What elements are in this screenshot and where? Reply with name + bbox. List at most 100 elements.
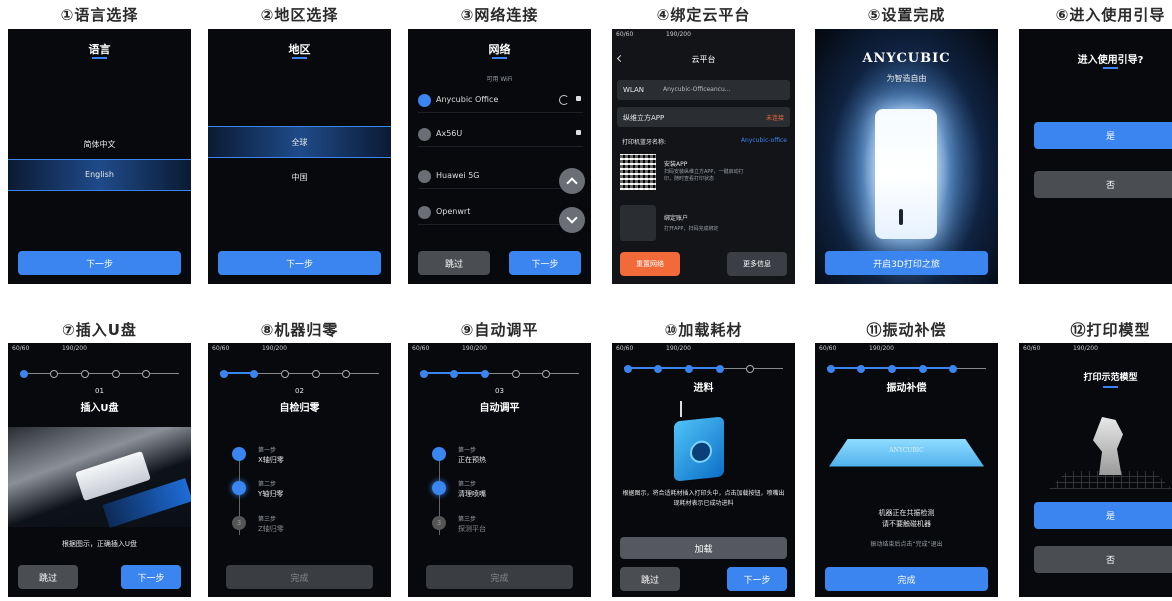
title-underline <box>92 57 107 59</box>
status-left: 60/60 <box>12 345 30 352</box>
screen-region: 地区 全球 中国 下一步 <box>208 29 391 284</box>
screen-home: 60/60 190/200 02 自检归零 第一步 X轴归零 第二步 Y轴归零 … <box>208 343 391 597</box>
next-button[interactable]: 下一步 <box>18 251 181 275</box>
step-dot <box>142 370 150 378</box>
caption: ⑩加载耗材 <box>664 321 743 339</box>
page-title: 自检归零 <box>279 403 320 414</box>
wifi-icon <box>418 128 431 141</box>
status-right: 190/200 <box>462 345 487 352</box>
step-progress <box>420 370 579 378</box>
next-button[interactable]: 下一步 <box>218 251 381 275</box>
caption: ⑫打印模型 <box>1070 321 1151 339</box>
status-right: 190/200 <box>666 345 691 352</box>
status-bar: 60/60 190/200 <box>612 343 795 355</box>
tip-text: 振动结束后点击“完成”退出 <box>870 541 943 548</box>
caption: ⑧机器归零 <box>260 321 339 339</box>
no-button[interactable]: 否 <box>1034 546 1172 573</box>
step-dot <box>250 370 258 378</box>
step-dot <box>685 365 693 373</box>
check-icon <box>232 447 246 461</box>
next-button[interactable]: 下一步 <box>121 565 181 589</box>
next-button[interactable]: 下一步 <box>727 567 787 591</box>
caption: ⑤设置完成 <box>867 6 946 24</box>
status-bar: 60/60 190/200 <box>8 343 191 355</box>
step-dot <box>220 370 228 378</box>
wifi-name: Ax56U <box>436 129 463 138</box>
reset-network-button[interactable]: 重置网络 <box>620 252 680 276</box>
qr-pattern <box>620 154 656 190</box>
wifi-icon <box>418 170 431 183</box>
status-right: 190/200 <box>666 31 691 38</box>
bind-desc: 打开APP，扫码完成绑定 <box>664 226 719 232</box>
region-option-selected[interactable]: 全球 <box>208 126 391 158</box>
screen-network: 网络 可用 WiFi Anycubic Office Ax56U Huawei … <box>408 29 591 284</box>
more-info-button[interactable]: 更多信息 <box>727 252 787 276</box>
skip-button[interactable]: 跳过 <box>620 567 680 591</box>
wifi-item[interactable]: Anycubic Office <box>418 90 583 113</box>
wifi-name: Openwrt <box>436 207 471 216</box>
step-label: 第一步 <box>258 447 277 454</box>
step-label: 第一步 <box>458 447 477 454</box>
step-name: X轴归零 <box>258 456 284 464</box>
slogan: 为智造自由 <box>886 74 927 83</box>
wlan-row[interactable]: WLAN Anycubic-Officeancu... <box>617 80 790 100</box>
start-3d-printing-button[interactable]: 开启3D打印之旅 <box>825 251 988 275</box>
screen-print: 60/60 190/200 打印示范模型 是 否 <box>1019 343 1172 597</box>
title-underline <box>292 57 307 59</box>
wifi-item[interactable]: Ax56U <box>418 124 583 147</box>
step-name: 正在预热 <box>458 456 486 464</box>
lock-icon <box>576 130 581 135</box>
step-progress <box>220 370 379 378</box>
skip-button[interactable]: 跳过 <box>418 251 490 275</box>
status-left: 60/60 <box>616 345 634 352</box>
skip-button[interactable]: 跳过 <box>18 565 78 589</box>
status-message: 机器正在共振检测 <box>878 509 935 517</box>
step-dot <box>512 370 520 378</box>
step-dot <box>81 370 89 378</box>
lock-icon <box>576 96 581 101</box>
step-dot <box>857 365 865 373</box>
done-button[interactable]: 完成 <box>825 567 988 591</box>
language-option-zh[interactable]: 简体中文 <box>8 139 191 150</box>
person-figure <box>899 209 903 225</box>
status-right: 190/200 <box>869 345 894 352</box>
page-title: 振动补偿 <box>886 383 927 394</box>
step-label: 第三步 <box>258 516 277 523</box>
status-left: 60/60 <box>412 345 430 352</box>
step-three-badge: 3 <box>232 516 246 530</box>
next-button[interactable]: 下一步 <box>509 251 581 275</box>
screen-vibration: 60/60 190/200 振动补偿 ANYCUBIC 机器正在共振检测 请不要… <box>815 343 998 597</box>
screen-language: 语言 简体中文 English 下一步 <box>8 29 191 284</box>
step-name: Y轴归零 <box>258 490 284 498</box>
language-option-en[interactable]: English <box>8 170 191 179</box>
caption: ⑥进入使用引导 <box>1055 6 1166 24</box>
status-left: 60/60 <box>819 345 837 352</box>
yes-button[interactable]: 是 <box>1034 502 1172 529</box>
page-title: 插入U盘 <box>80 403 119 414</box>
load-button[interactable]: 加载 <box>620 537 787 559</box>
print-head-fan <box>690 439 712 464</box>
step-dot <box>342 370 350 378</box>
no-button[interactable]: 否 <box>1034 171 1172 198</box>
usb-illustration <box>8 427 191 528</box>
done-button[interactable]: 完成 <box>426 565 573 589</box>
loading-icon <box>559 95 569 105</box>
step-dot <box>450 370 458 378</box>
scroll-down-button[interactable] <box>559 207 585 233</box>
step-dot <box>20 370 28 378</box>
step-name: Z轴归零 <box>258 525 284 533</box>
status-bar: 60/60 190/200 <box>1019 343 1172 355</box>
scroll-up-button[interactable] <box>559 168 585 194</box>
region-option-china[interactable]: 中国 <box>208 172 391 183</box>
region-option-global[interactable]: 全球 <box>208 137 391 148</box>
language-option-selected[interactable]: English <box>8 159 191 191</box>
yes-button[interactable]: 是 <box>1034 122 1172 149</box>
step-dot <box>716 365 724 373</box>
app-row[interactable]: 纵维立方APP 未连接 <box>617 107 790 127</box>
step-dot <box>112 370 120 378</box>
qr-code <box>620 154 656 190</box>
page-title: 进入使用引导? <box>1077 55 1144 66</box>
step-dot <box>746 365 754 373</box>
done-button[interactable]: 完成 <box>226 565 373 589</box>
warning-message: 请不要触碰机器 <box>882 520 931 528</box>
